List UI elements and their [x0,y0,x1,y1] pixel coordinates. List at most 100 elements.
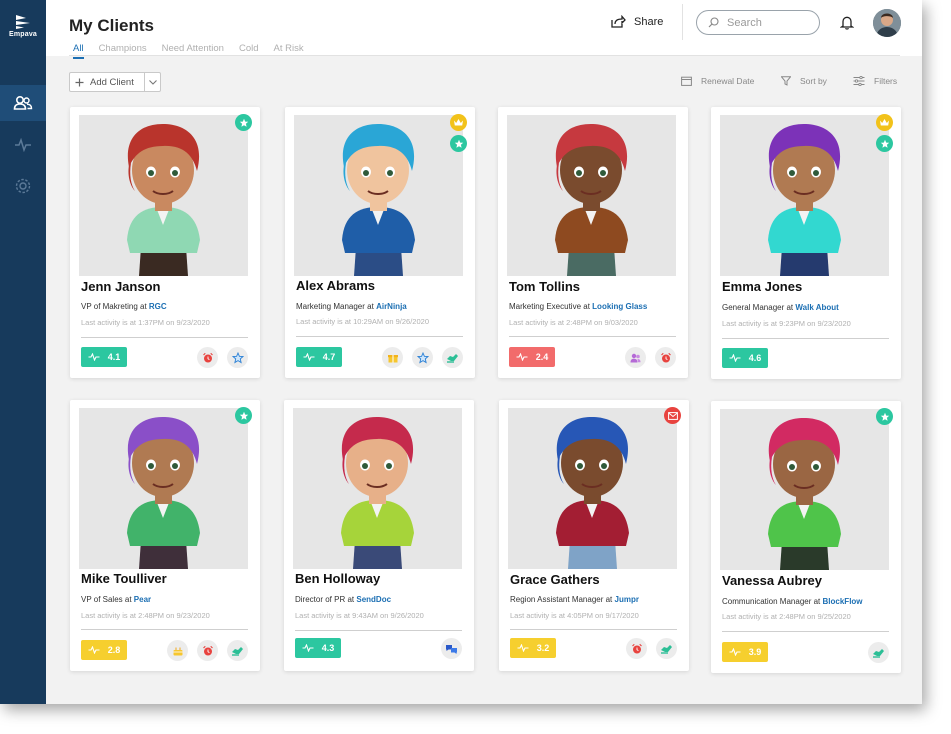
client-role-text: Director of PR at [295,595,355,604]
health-score-badge[interactable]: 2.4 [509,347,555,367]
client-company-link[interactable]: AirNinja [376,302,407,311]
star-outline-action-button[interactable] [227,347,248,368]
client-badges [876,408,893,425]
alarm-action-button[interactable] [197,347,218,368]
notifications-button[interactable] [839,15,855,35]
client-photo[interactable] [720,409,889,570]
brand-logo[interactable]: Empava [0,14,46,38]
avatar-illustration [720,115,889,276]
client-photo[interactable] [294,115,463,276]
bell-icon [839,16,855,30]
client-name[interactable]: Tom Tollins [509,279,580,294]
alarm-action-button[interactable] [626,638,647,659]
card-divider [722,338,889,339]
health-score-badge[interactable]: 2.8 [81,640,127,660]
health-score-badge[interactable]: 4.6 [722,348,768,368]
client-role: Director of PR at SendDoc [295,595,391,604]
client-card[interactable]: Mike Toulliver VP of Sales at Pear Last … [70,400,260,671]
renewal-date-label: Renewal Date [701,76,755,86]
handshake-action-button[interactable] [442,347,463,368]
alarm-action-button[interactable] [197,640,218,661]
logo-mark-icon [16,15,30,29]
nav-clients[interactable] [0,85,46,121]
client-badges [450,114,467,152]
chat-action-button[interactable] [441,638,462,659]
add-client-dropdown[interactable] [145,73,160,91]
client-role-text: VP of Sales at [81,595,132,604]
client-last-activity: Last activity is at 4:05PM on 9/17/2020 [510,611,639,620]
handshake-action-button[interactable] [656,638,677,659]
handshake-icon [872,647,885,659]
client-name[interactable]: Vanessa Aubrey [722,573,822,588]
client-card[interactable]: Grace Gathers Region Assistant Manager a… [499,400,689,671]
health-score-badge[interactable]: 4.3 [295,638,341,658]
alarm-action-button[interactable] [655,347,676,368]
client-last-activity: Last activity is at 9:43AM on 9/26/2020 [295,611,424,620]
pulse-icon [729,354,741,362]
client-company-link[interactable]: Looking Glass [592,302,647,311]
health-score-value: 4.3 [321,643,335,653]
client-company-link[interactable]: BlockFlow [823,597,863,606]
health-score-value: 4.6 [748,353,762,363]
client-name[interactable]: Ben Holloway [295,571,380,586]
client-card[interactable]: Alex Abrams Marketing Manager at AirNinj… [285,107,475,378]
client-company-link[interactable]: Pear [134,595,151,604]
star-icon [450,135,467,152]
client-card[interactable]: Jenn Janson VP of Makreting at RGC Last … [70,107,260,378]
sort-by-button[interactable]: Sort by [781,76,827,86]
add-client-button[interactable]: Add Client [69,72,161,92]
client-card[interactable]: Emma Jones General Manager at Walk About… [711,107,901,379]
client-photo[interactable] [79,408,248,569]
handshake-action-button[interactable] [868,642,889,663]
share-button[interactable]: Share [611,15,663,28]
health-score-badge[interactable]: 4.7 [296,347,342,367]
star-outline-action-button[interactable] [412,347,433,368]
client-company-link[interactable]: Jumpr [615,595,639,604]
gift-action-button[interactable] [382,347,403,368]
client-photo[interactable] [720,115,889,276]
client-card[interactable]: Ben Holloway Director of PR at SendDoc L… [284,400,474,671]
client-role-text: Marketing Manager at [296,302,374,311]
client-name[interactable]: Alex Abrams [296,278,375,293]
search-input[interactable] [727,16,807,29]
client-name[interactable]: Mike Toulliver [81,571,167,586]
plus-icon [75,78,84,86]
client-company-link[interactable]: Walk About [795,303,838,312]
card-divider [295,630,462,631]
client-photo[interactable] [507,115,676,276]
people-action-button[interactable] [625,347,646,368]
avatar-illustration [294,115,463,276]
funnel-icon [781,76,791,86]
handshake-action-button[interactable] [227,640,248,661]
client-name[interactable]: Emma Jones [722,279,802,294]
filters-button[interactable]: Filters [853,76,897,86]
client-photo[interactable] [508,408,677,569]
client-actions [167,640,248,661]
client-role-text: VP of Makreting at [81,302,147,311]
client-role: VP of Sales at Pear [81,595,151,604]
alarm-icon [660,352,672,364]
client-company-link[interactable]: SendDoc [356,595,391,604]
sliders-icon [853,76,865,86]
client-photo[interactable] [293,408,462,569]
nav-settings[interactable] [0,168,46,204]
chat-icon [445,643,458,655]
renewal-date-button[interactable]: Renewal Date [681,76,754,86]
client-photo[interactable] [79,115,248,276]
pulse-icon [88,646,100,654]
search-box[interactable] [696,10,820,35]
add-client-main[interactable]: Add Client [70,73,145,91]
nav-activity[interactable] [0,127,46,163]
client-company-link[interactable]: RGC [149,302,167,311]
health-score-badge[interactable]: 4.1 [81,347,127,367]
crown-icon [450,114,467,131]
sidebar: Empava [0,0,46,704]
health-score-badge[interactable]: 3.9 [722,642,768,662]
client-card[interactable]: Tom Tollins Marketing Executive at Looki… [498,107,688,378]
client-name[interactable]: Grace Gathers [510,572,600,587]
health-score-badge[interactable]: 3.2 [510,638,556,658]
user-avatar[interactable] [873,9,901,37]
client-card[interactable]: Vanessa Aubrey Communication Manager at … [711,401,901,673]
client-name[interactable]: Jenn Janson [81,279,160,294]
cake-action-button[interactable] [167,640,188,661]
